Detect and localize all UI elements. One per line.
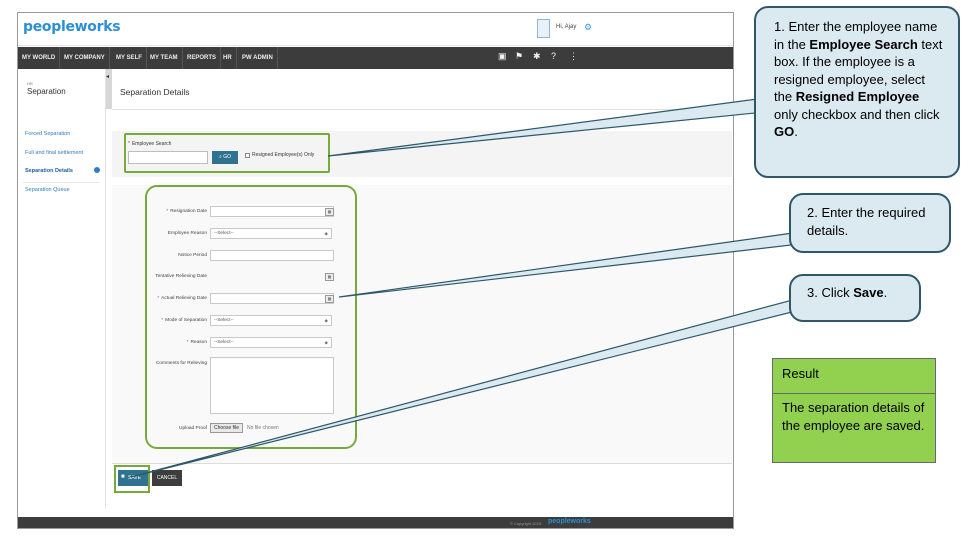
main-nav: MY WORLD MY COMPANY MY SELF MY TEAM REPO…	[18, 47, 733, 69]
callout-1-text-c: only checkbox and then click	[774, 106, 940, 122]
mode-of-separation-label-text: Mode of Separation	[165, 318, 207, 323]
help-icon[interactable]: ?	[551, 51, 556, 61]
calendar-icon[interactable]: ▦	[325, 295, 334, 303]
resignation-date-field[interactable]	[210, 206, 334, 217]
no-file-chosen-text: No file chosen	[247, 425, 279, 431]
reason-label-text: Reason	[190, 340, 207, 345]
tentative-relieving-date-label: Tentative Relieving Date	[155, 274, 207, 279]
chevron-down-icon: ◆	[324, 231, 328, 236]
result-box: Result The separation details of the emp…	[772, 358, 936, 463]
chevron-down-icon: ◆	[324, 318, 328, 323]
notice-period-label: Notice Period	[178, 253, 207, 258]
page-title: Separation Details	[120, 87, 190, 97]
tutorial-stage: peopleworks Hi, Ajay ⚙ MY WORLD MY COMPA…	[0, 0, 971, 549]
settings-gear-icon[interactable]: ⚙	[584, 22, 592, 33]
choose-file-button[interactable]: Choose file	[210, 423, 243, 433]
callout-step-1: 1. Enter the employee name in the Employ…	[754, 6, 960, 178]
app-logo[interactable]: peopleworks	[23, 19, 121, 35]
callout-1-bold-b: Resigned Employee	[795, 89, 920, 105]
notice-period-field[interactable]	[210, 250, 334, 261]
resigned-employee-label: Resigned Employee(s) Only	[252, 152, 315, 158]
reason-select[interactable]: --Select-- ◆	[210, 337, 332, 348]
callout-3-bold-a: Save	[853, 285, 884, 300]
employee-reason-select-value: --Select--	[214, 231, 234, 236]
callout-3-text-a: 3. Click	[807, 285, 854, 300]
employee-reason-select[interactable]: --Select-- ◆	[210, 228, 332, 239]
user-greeting: Hi, Ajay	[556, 24, 577, 30]
button-divider	[112, 463, 732, 464]
top-bar: peopleworks Hi, Ajay ⚙	[18, 13, 733, 46]
mode-of-separation-select[interactable]: --Select-- ◆	[210, 315, 332, 326]
sidebar-module-label: HR	[27, 81, 33, 86]
footer-copyright: © Copyright 2015	[510, 521, 542, 526]
calendar-icon[interactable]: ▦	[325, 273, 334, 281]
calendar-icon[interactable]: ▦	[325, 208, 334, 216]
resignation-date-label-text: Resignation Date	[170, 209, 207, 214]
chevron-left-icon[interactable]: ◂	[106, 73, 109, 80]
sidebar-item-forced-separation[interactable]: Forced Separation	[25, 131, 70, 137]
actual-relieving-date-label-text: Actual Relieving Date	[161, 296, 207, 301]
employee-search-label: * Employee Search	[128, 141, 172, 147]
flag-icon[interactable]: ⚑	[515, 51, 523, 62]
upload-proof-label: Upload Proof	[179, 426, 207, 431]
sidebar-item-separation-queue[interactable]: Separation Queue	[25, 187, 70, 193]
actual-relieving-date-label: * Actual Relieving Date	[157, 296, 207, 301]
result-text: The separation details of the employee a…	[782, 400, 925, 433]
callout-1-bold-a: Employee Search	[809, 36, 918, 52]
employee-search-input[interactable]	[128, 151, 208, 164]
reason-select-value: --Select--	[214, 340, 234, 345]
sidebar-divider	[23, 182, 99, 183]
comments-for-relieving-label: Comments for Relieving	[155, 361, 207, 366]
reason-label: * Reason	[186, 340, 207, 345]
callout-step-2: 2. Enter the required details.	[789, 193, 951, 253]
title-divider	[112, 109, 732, 110]
nav-pw-admin[interactable]: PW ADMIN	[238, 47, 278, 69]
footer-logo: peopleworks	[548, 518, 591, 525]
callout-1-text-d: .	[794, 124, 798, 140]
employee-reason-label: Employee Reason	[167, 231, 207, 236]
sidebar-heading: Separation	[27, 87, 66, 96]
save-icon: ■	[121, 474, 125, 480]
footer	[18, 517, 733, 528]
sidebar-item-separation-details[interactable]: Separation Details	[25, 168, 73, 174]
mode-of-separation-label: * Mode of Separation	[161, 318, 207, 323]
chevron-down-icon: ◆	[324, 340, 328, 345]
result-title: Result	[773, 359, 935, 394]
sitemap-icon[interactable]: ⋮	[569, 51, 578, 62]
sidebar: HR Separation Forced Separation Full and…	[18, 69, 106, 509]
sidebar-item-full-and-final-settlement[interactable]: Full and final settlement	[25, 150, 83, 156]
mode-of-separation-select-value: --Select--	[214, 318, 234, 323]
comments-for-relieving-textarea[interactable]	[210, 357, 334, 414]
nav-my-self[interactable]: MY SELF	[112, 47, 147, 69]
callout-1-bold-c: GO	[774, 124, 795, 140]
active-indicator-icon	[94, 167, 100, 173]
go-button[interactable]: ⌕ GO	[212, 151, 238, 164]
nav-reports[interactable]: REPORTS	[183, 47, 222, 69]
actual-relieving-date-field[interactable]	[210, 293, 334, 304]
callout-3-text-b: .	[883, 285, 888, 300]
nav-my-team[interactable]: MY TEAM	[146, 47, 183, 69]
cancel-button[interactable]: CANCEL	[152, 470, 182, 486]
app-window: peopleworks Hi, Ajay ⚙ MY WORLD MY COMPA…	[17, 12, 734, 529]
nav-my-world[interactable]: MY WORLD	[18, 47, 61, 69]
tools-icon[interactable]: ✱	[533, 51, 541, 62]
employee-search-label-text: Employee Search	[131, 141, 172, 147]
nav-hr[interactable]: HR	[219, 47, 237, 69]
book-icon[interactable]: ▣	[498, 51, 507, 62]
resigned-employee-checkbox[interactable]	[245, 153, 250, 158]
nav-my-company[interactable]: MY COMPANY	[60, 47, 110, 69]
resignation-date-label: * Resignation Date	[166, 209, 207, 214]
avatar[interactable]	[537, 19, 550, 38]
go-label: GO	[223, 154, 231, 160]
callout-step-3: 3. Click Save.	[789, 274, 921, 322]
